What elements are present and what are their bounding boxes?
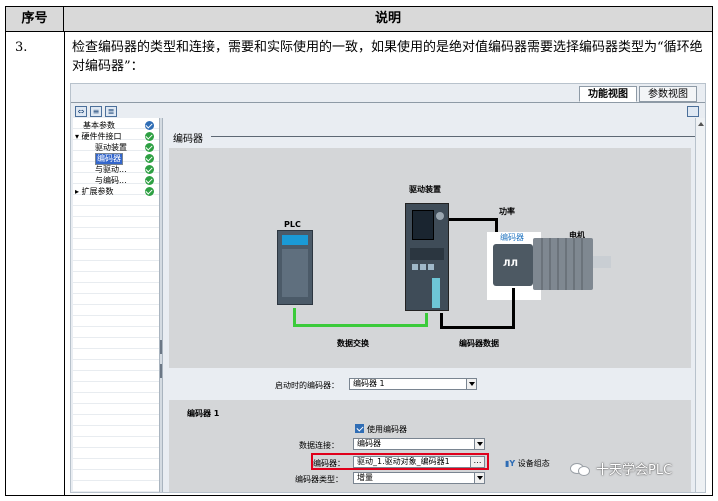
data-exchange-line (293, 324, 427, 327)
tia-portal-screenshot: 功能视图 参数视图 ⇔ ≡ ≣ 基本参数 ▾ 硬件件接口 驱动装置 编码器 与驱… (70, 83, 706, 493)
encoder-data-line (512, 288, 515, 329)
encoder-device: ЛЛ (493, 244, 533, 286)
highlight-red-box (311, 453, 489, 470)
chevron-down-icon[interactable] (474, 439, 484, 449)
tab-parameter-view[interactable]: 参数视图 (639, 86, 697, 102)
chevron-down-icon[interactable] (474, 473, 484, 483)
drive-device (405, 203, 449, 311)
data-exchange-line (425, 313, 428, 327)
data-connection-value: 编码器 (357, 439, 381, 448)
header-seq: 序号 (6, 7, 64, 31)
encoder-type-value: 增量 (357, 473, 373, 482)
group-title: 编码器 1 (187, 409, 220, 418)
encoder-config-panel: 编码器 驱动装置 功率 PLC 电机 编码器 ЛЛ 数据交换 编码器数据 启动时… (165, 118, 695, 492)
chevron-down-icon[interactable] (466, 379, 476, 389)
tree-item-extended-params[interactable]: ▸ 扩展参数 (75, 186, 114, 197)
splitter-grip[interactable] (160, 340, 162, 354)
encoder-type-label: 编码器类型： (295, 475, 343, 484)
navigation-tree: 基本参数 ▾ 硬件件接口 驱动装置 编码器 与驱动... 与编码... ▸ 扩展… (73, 118, 159, 492)
encoder1-group: 编码器 1 使用编码器 数据连接： 编码器 编码器： 驱动_1.驱动对象_编码器… (169, 400, 691, 492)
tree-item-drive[interactable]: 驱动装置 (95, 142, 127, 153)
status-ok-icon (145, 165, 154, 174)
tab-divider (71, 102, 705, 103)
status-ok-icon (145, 154, 154, 163)
document-page: 序号 说明 3. 检查编码器的类型和连接，需要和实际使用的一致，如果使用的是绝对… (0, 0, 718, 501)
active-encoder-select[interactable]: 编码器 1 (349, 378, 477, 390)
encoder-type-select[interactable]: 增量 (353, 472, 485, 484)
power-line (449, 218, 497, 221)
expand-tree-icon[interactable]: ≡ (90, 106, 102, 117)
device-config-icon: ▮Y (505, 459, 516, 468)
view-tabs: 功能视图 参数视图 (579, 86, 697, 102)
connection-diagram: 驱动装置 功率 PLC 电机 编码器 ЛЛ 数据交换 编码器数据 (169, 148, 691, 368)
window-options-icon[interactable] (687, 106, 699, 117)
power-label: 功率 (499, 207, 515, 216)
device-config-label: 设备组态 (517, 459, 550, 468)
panel-splitter[interactable] (159, 118, 163, 492)
section-rule (211, 136, 695, 137)
use-encoder-label: 使用编码器 (367, 425, 407, 434)
data-exchange-label: 数据交换 (337, 339, 369, 348)
status-ok-icon (145, 143, 154, 152)
watermark: 十天学会PLC (570, 459, 672, 478)
tab-function-view[interactable]: 功能视图 (579, 86, 637, 102)
active-encoder-value: 编码器 1 (353, 379, 385, 388)
device-config-link[interactable]: ▮Y 设备组态 (505, 458, 550, 469)
tree-item-hardware-interface[interactable]: ▾ 硬件件接口 (75, 131, 122, 142)
data-connection-select[interactable]: 编码器 (353, 438, 485, 450)
step-number: 3. (15, 40, 28, 55)
data-connection-label: 数据连接： (299, 441, 339, 450)
section-title: 编码器 (173, 134, 203, 145)
plc-device (277, 230, 313, 305)
tree-toolbar: ⇔ ≡ ≣ (75, 106, 117, 117)
use-encoder-checkbox[interactable] (355, 424, 364, 433)
collapse-tree-icon[interactable]: ≣ (105, 106, 117, 117)
scroll-up-icon[interactable] (697, 120, 705, 128)
splitter-grip[interactable] (160, 364, 162, 378)
status-ok-icon (145, 132, 154, 141)
encoder-data-label: 编码器数据 (459, 339, 499, 348)
watermark-text: 十天学会PLC (596, 463, 673, 478)
table-header: 序号 说明 (6, 7, 712, 32)
motor-device (533, 238, 593, 290)
drive-label: 驱动装置 (409, 185, 441, 194)
status-ok-icon (145, 121, 154, 130)
step-description: 检查编码器的类型和连接，需要和实际使用的一致，如果使用的是绝对值编码器需要选择编… (72, 40, 703, 74)
plc-label: PLC (284, 220, 301, 229)
status-ok-icon (145, 187, 154, 196)
tree-item-basic-params[interactable]: 基本参数 (83, 120, 115, 131)
encoder-label: 编码器 (500, 233, 524, 242)
split-view-icon[interactable]: ⇔ (75, 106, 87, 117)
tree-item-with-encoder[interactable]: 与编码... (95, 175, 127, 186)
tree-item-with-drive[interactable]: 与驱动... (95, 164, 127, 175)
wechat-icon (570, 461, 592, 477)
status-ok-icon (145, 176, 154, 185)
active-encoder-label: 启动时的编码器： (275, 381, 339, 390)
motor-shaft (593, 256, 611, 268)
header-desc: 说明 (374, 11, 401, 26)
column-divider (64, 32, 65, 495)
encoder-data-line (440, 326, 514, 329)
vertical-scrollbar[interactable] (695, 118, 705, 492)
